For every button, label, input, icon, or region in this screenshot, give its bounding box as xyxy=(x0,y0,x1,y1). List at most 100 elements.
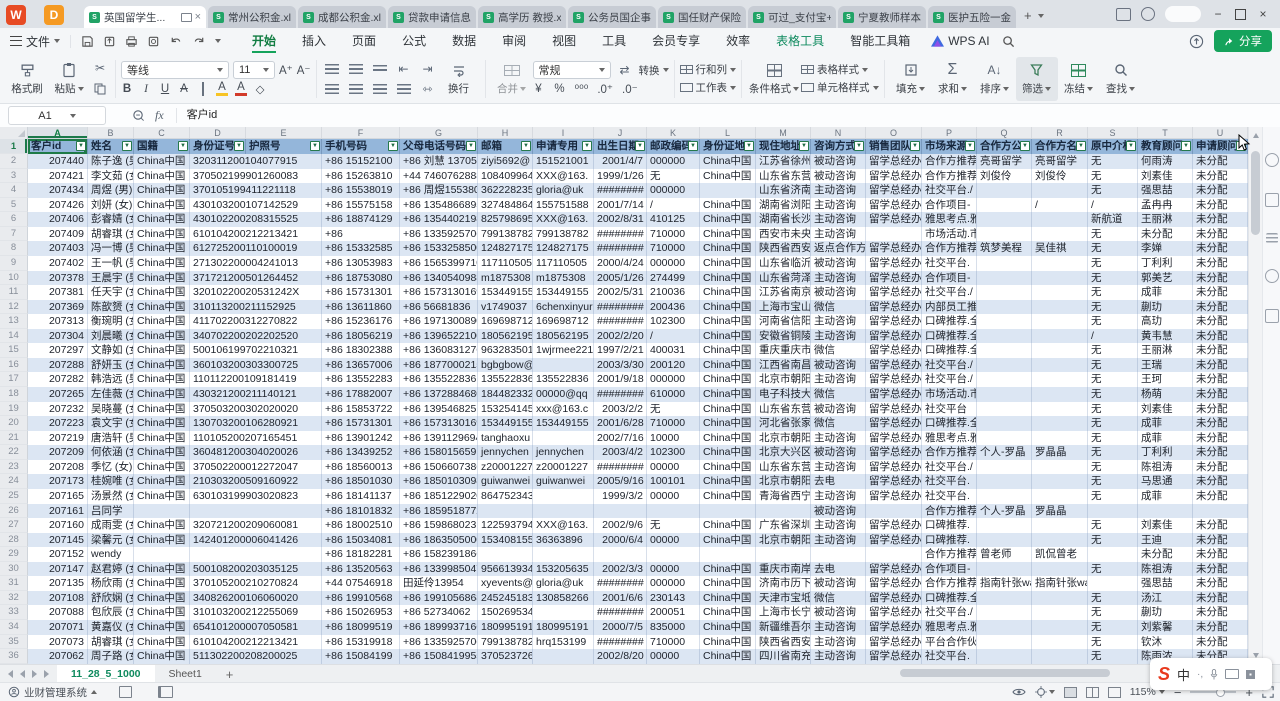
increase-indent-icon[interactable]: ⇥ xyxy=(418,60,438,77)
cell[interactable]: 未分配 xyxy=(1193,547,1248,562)
cell[interactable]: 2001/4/7 xyxy=(594,154,647,169)
cell[interactable]: 湖南省长沙 xyxy=(756,212,811,227)
cell[interactable]: China中国 xyxy=(134,518,190,533)
cell[interactable] xyxy=(1032,518,1088,533)
filter-header-cell[interactable]: 现住地址▼ xyxy=(756,139,811,154)
cell[interactable]: 610104200212213421 xyxy=(190,635,246,650)
cell[interactable]: 327484864 xyxy=(478,198,533,213)
cell[interactable]: China中国 xyxy=(134,387,190,402)
cell[interactable]: +86 1508419955 xyxy=(400,649,478,664)
cell[interactable]: 韩浩远 (男 xyxy=(88,372,134,387)
cell[interactable]: / xyxy=(1032,198,1088,213)
row-number[interactable]: 4 xyxy=(0,183,28,198)
filter-header-cell[interactable]: 客户id▼ xyxy=(28,139,88,154)
cell[interactable]: China中国 xyxy=(700,416,756,431)
cell[interactable]: 社交平台. xyxy=(922,489,977,504)
cell[interactable]: / xyxy=(1088,198,1138,213)
cut-icon[interactable]: ✂ xyxy=(90,60,110,77)
cell[interactable]: 207381 xyxy=(28,285,88,300)
cell[interactable]: China中国 xyxy=(134,620,190,635)
column-header-P[interactable]: P xyxy=(922,127,977,138)
cell[interactable]: 无 xyxy=(1088,241,1138,256)
cell[interactable]: +86 15332585 xyxy=(322,241,400,256)
cell[interactable] xyxy=(1032,402,1088,417)
row-number[interactable]: 2 xyxy=(0,154,28,169)
filter-dropdown-icon[interactable]: ▼ xyxy=(178,141,188,151)
cell[interactable]: 未分配 xyxy=(1193,271,1248,286)
cell[interactable]: +44 7460762888 xyxy=(400,169,478,184)
cell[interactable]: 207402 xyxy=(28,256,88,271)
eye-protect-icon[interactable] xyxy=(1012,687,1026,697)
cell[interactable]: +86 13520563 xyxy=(322,562,400,577)
row-number[interactable]: 1 xyxy=(0,139,28,154)
file-tab[interactable]: S成都公积金.xlsx xyxy=(298,6,386,28)
file-tab[interactable]: S高学历 教授.xlsx xyxy=(478,6,566,28)
cell[interactable]: 留学总经办 xyxy=(866,474,922,489)
cell[interactable]: 102300 xyxy=(647,445,700,460)
cell[interactable]: +86 1573130169 xyxy=(400,416,478,431)
row-number[interactable]: 19 xyxy=(0,402,28,417)
cell[interactable] xyxy=(977,285,1032,300)
cell[interactable]: +86 1899937166 xyxy=(400,620,478,635)
cell[interactable]: China中国 xyxy=(134,314,190,329)
cell[interactable]: 无 xyxy=(1088,489,1138,504)
cell[interactable]: 田延伶13954 xyxy=(400,576,478,591)
cell[interactable] xyxy=(756,547,811,562)
chevron-down-icon[interactable] xyxy=(215,39,221,43)
cell[interactable]: 留学总经办 xyxy=(866,635,922,650)
cell[interactable]: 207152 xyxy=(28,547,88,562)
keyboard-icon[interactable] xyxy=(1225,669,1239,679)
cell[interactable]: m1875308 xyxy=(533,271,594,286)
filter-dropdown-icon[interactable]: ▼ xyxy=(910,141,920,151)
cell[interactable]: China中国 xyxy=(700,169,756,184)
cell[interactable]: 桂婉唯 (女 xyxy=(88,474,134,489)
cell[interactable]: +86 1391129694 xyxy=(400,431,478,446)
cell[interactable]: 271302200004241013 xyxy=(190,256,246,271)
cell[interactable] xyxy=(1032,372,1088,387)
align-top-icon[interactable] xyxy=(322,60,342,77)
cell[interactable]: 刘素佳 xyxy=(1138,518,1193,533)
cell[interactable]: 000000 xyxy=(647,183,700,198)
cell[interactable]: 153449155 xyxy=(478,416,533,431)
cell[interactable] xyxy=(190,504,246,519)
cell[interactable]: 无 xyxy=(1088,635,1138,650)
copy-icon[interactable] xyxy=(90,81,110,98)
menu-item-data[interactable]: 数据 xyxy=(439,28,489,54)
cell[interactable]: 00000 xyxy=(647,460,700,475)
cell[interactable]: 370503200302020020 xyxy=(190,402,246,417)
cell[interactable]: 主动咨询 xyxy=(811,460,866,475)
ime-menu-icon[interactable] xyxy=(1246,670,1255,679)
cell[interactable]: +86 1850103098 xyxy=(400,474,478,489)
cell[interactable] xyxy=(977,271,1032,286)
column-header-D[interactable]: D xyxy=(190,127,246,138)
row-number[interactable]: 32 xyxy=(0,591,28,606)
minimize-button[interactable]: − xyxy=(1211,7,1225,21)
row-number[interactable]: 7 xyxy=(0,227,28,242)
cell[interactable]: ######## xyxy=(594,227,647,242)
cell[interactable]: 留学总经办 xyxy=(866,343,922,358)
cell[interactable] xyxy=(811,547,866,562)
filter-dropdown-icon[interactable]: ▼ xyxy=(1126,141,1136,151)
cell[interactable]: 主动咨询 xyxy=(811,271,866,286)
cell[interactable]: 320721200209060081 xyxy=(190,518,246,533)
cell[interactable]: 无 xyxy=(1088,445,1138,460)
cell[interactable]: 留学总经办 xyxy=(866,562,922,577)
cell[interactable]: gloria@uk xyxy=(533,183,594,198)
cell[interactable]: 371721200501264452 xyxy=(190,271,246,286)
cell[interactable]: China中国 xyxy=(134,285,190,300)
column-header-F[interactable]: F xyxy=(322,127,400,138)
cell[interactable]: 未分配 xyxy=(1193,460,1248,475)
cell[interactable] xyxy=(1032,649,1088,664)
cell[interactable]: +86 19910568 xyxy=(322,591,400,606)
cell[interactable]: 2003/2/2 xyxy=(594,402,647,417)
cell[interactable] xyxy=(246,474,322,489)
cell[interactable] xyxy=(977,620,1032,635)
cell[interactable]: 207173 xyxy=(28,474,88,489)
cell[interactable]: China中国 xyxy=(700,489,756,504)
row-number[interactable]: 25 xyxy=(0,489,28,504)
row-number[interactable]: 18 xyxy=(0,387,28,402)
cell[interactable] xyxy=(1032,533,1088,548)
cell[interactable]: 主动咨询 xyxy=(811,329,866,344)
worksheet-button[interactable]: 工作表 xyxy=(680,80,737,95)
cell[interactable]: 207208 xyxy=(28,460,88,475)
